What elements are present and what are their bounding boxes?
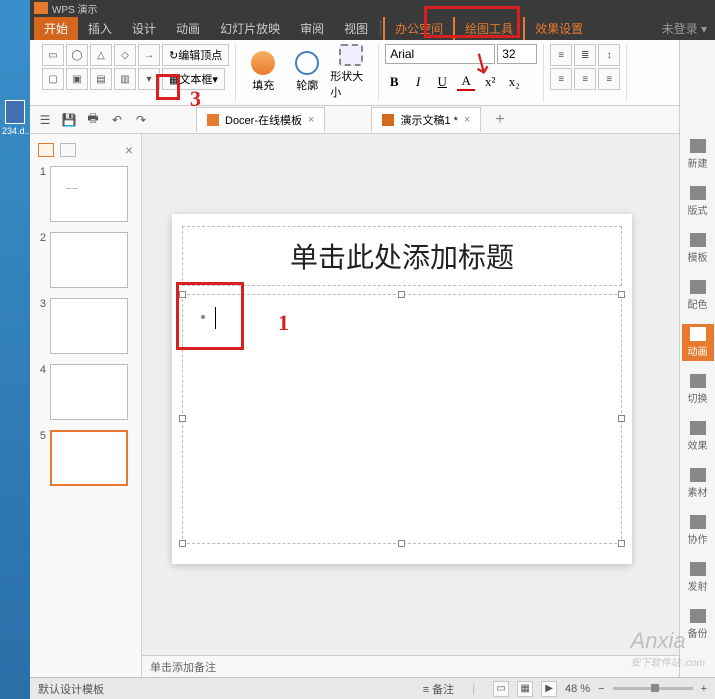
align-center-btn[interactable]: ≡ [574,68,596,90]
menu-animation[interactable]: 动画 [166,17,210,40]
desktop-file-icon[interactable]: 234.d... [2,100,28,140]
font-size-select[interactable] [497,44,537,64]
shape-btn-4[interactable]: ◇ [114,44,136,66]
undo-icon[interactable]: ↶ [108,111,126,129]
menu-insert[interactable]: 插入 [78,17,122,40]
shape-btn-7[interactable]: ▣ [66,68,88,90]
doc-tab-2-label: 演示文稿1 * [400,112,457,128]
text-cursor [215,307,216,329]
slide[interactable]: 单击此处添加标题 [172,214,632,564]
thumbnails-pane: × 1— — 2 3 4 5 [30,134,142,677]
outline-btn[interactable]: 轮廓 [286,44,328,100]
close-tab-1[interactable]: × [308,114,314,126]
menu-bar: 开始 插入 设计 动画 幻灯片放映 审阅 视图 办公空间 绘图工具 效果设置 未… [30,16,715,40]
thumb-view-slides[interactable] [38,143,54,157]
zoom-label: 48 % [565,683,590,695]
status-template: 默认设计模板 [38,681,104,697]
zoom-in-btn[interactable]: + [701,683,707,695]
edit-vertex-btn[interactable]: ↻ 编辑顶点 [162,44,229,66]
sp-materials[interactable]: 素材 [682,465,714,502]
menu-effects[interactable]: 效果设置 [523,17,593,40]
quick-access-bar: ☰ 💾 🖶 ↶ ↷ Docer-在线模板 × 演示文稿1 * × + [30,106,679,134]
login-status[interactable]: 未登录 ▾ [662,20,715,37]
sp-animation[interactable]: 动画 [682,324,714,361]
slide-canvas[interactable]: 单击此处添加标题 [142,134,679,655]
app-logo-icon [34,2,48,14]
redo-icon[interactable]: ↷ [132,111,150,129]
shape-more-btn[interactable]: ▾ [138,68,160,90]
view-play-icon[interactable]: ▶ [541,681,557,697]
annotation-label-3: 3 [190,86,201,112]
print-icon[interactable]: 🖶 [84,111,102,129]
desktop-file-label: 234.d... [2,126,32,136]
thumb-1[interactable]: 1— — [34,166,137,222]
thumb-3[interactable]: 3 [34,298,137,354]
menu-drawing-tools[interactable]: 绘图工具 [453,17,523,40]
thumb-5[interactable]: 5 [34,430,137,486]
menu-review[interactable]: 审阅 [290,17,334,40]
fill-btn[interactable]: 填充 [242,44,284,100]
menu-design[interactable]: 设计 [122,17,166,40]
zoom-slider[interactable] [613,687,693,690]
shape-btn-8[interactable]: ▤ [90,68,112,90]
annotation-label-1: 1 [278,310,289,336]
shape-btn-9[interactable]: ▥ [114,68,136,90]
menu-home[interactable]: 开始 [34,17,78,40]
sp-new[interactable]: 新建 [682,136,714,173]
close-tab-2[interactable]: × [464,114,470,126]
bullet-btn[interactable]: ≡ [550,44,572,66]
presentation-icon [382,114,394,126]
subscript-btn[interactable]: x₂ [505,73,523,91]
thumb-2[interactable]: 2 [34,232,137,288]
app-name: WPS 演示 [52,1,98,16]
thumbs-close-icon[interactable]: × [125,142,133,158]
titlebar: WPS 演示 [30,0,715,16]
side-panel: 新建 版式 模板 配色 动画 切换 效果 素材 协作 发射 备份 [679,40,715,677]
shape-btn-5[interactable]: → [138,44,160,66]
menu-view[interactable]: 视图 [334,17,378,40]
shape-btn-1[interactable]: ▭ [42,44,64,66]
sp-effects[interactable]: 效果 [682,418,714,455]
bullet-icon [201,315,205,319]
sp-launch[interactable]: 发射 [682,559,714,596]
doc-tab-1-label: Docer-在线模板 [225,112,302,128]
add-tab-btn[interactable]: + [487,107,512,133]
sp-color[interactable]: 配色 [682,277,714,314]
thumb-view-outline[interactable] [60,143,76,157]
menu-slideshow[interactable]: 幻灯片放映 [210,17,290,40]
align-right-btn[interactable]: ≡ [598,68,620,90]
menu-icon[interactable]: ☰ [36,111,54,129]
sp-collab[interactable]: 协作 [682,512,714,549]
notes-input[interactable]: 单击添加备注 [142,655,679,677]
ribbon: ▭ ◯ △ ◇ → ↻ 编辑顶点 ▢ ▣ ▤ ▥ ▾ ▦ 文本框 ▾ 填充 轮廓… [30,40,679,106]
content-placeholder[interactable] [182,294,622,544]
align-left-btn[interactable]: ≡ [550,68,572,90]
shape-btn-6[interactable]: ▢ [42,68,64,90]
spacing-btn[interactable]: ↕ [598,44,620,66]
view-normal-icon[interactable]: ▭ [493,681,509,697]
number-btn[interactable]: ≣ [574,44,596,66]
sp-template[interactable]: 模板 [682,230,714,267]
watermark: Anxia 安下软件站 .com [631,628,705,669]
sp-layout[interactable]: 版式 [682,183,714,220]
italic-btn[interactable]: I [409,73,427,91]
thumb-4[interactable]: 4 [34,364,137,420]
save-icon[interactable]: 💾 [60,111,78,129]
shape-size-btn[interactable]: 形状大小 [330,44,372,100]
zoom-out-btn[interactable]: − [598,683,604,695]
shape-btn-2[interactable]: ◯ [66,44,88,66]
doc-tab-presentation[interactable]: 演示文稿1 * × [371,107,481,132]
view-sorter-icon[interactable]: ▦ [517,681,533,697]
underline-btn[interactable]: U [433,73,451,91]
sp-transition[interactable]: 切换 [682,371,714,408]
status-bar: 默认设计模板 ≡ 备注 | ▭ ▦ ▶ 48 % − + [30,677,715,699]
shape-btn-3[interactable]: △ [90,44,112,66]
docer-icon [207,114,219,126]
doc-tab-docer[interactable]: Docer-在线模板 × [196,107,325,132]
bold-btn[interactable]: B [385,73,403,91]
title-placeholder[interactable]: 单击此处添加标题 [182,226,622,286]
status-notes-btn[interactable]: ≡ 备注 [423,681,454,697]
menu-office-space[interactable]: 办公空间 [383,17,453,40]
